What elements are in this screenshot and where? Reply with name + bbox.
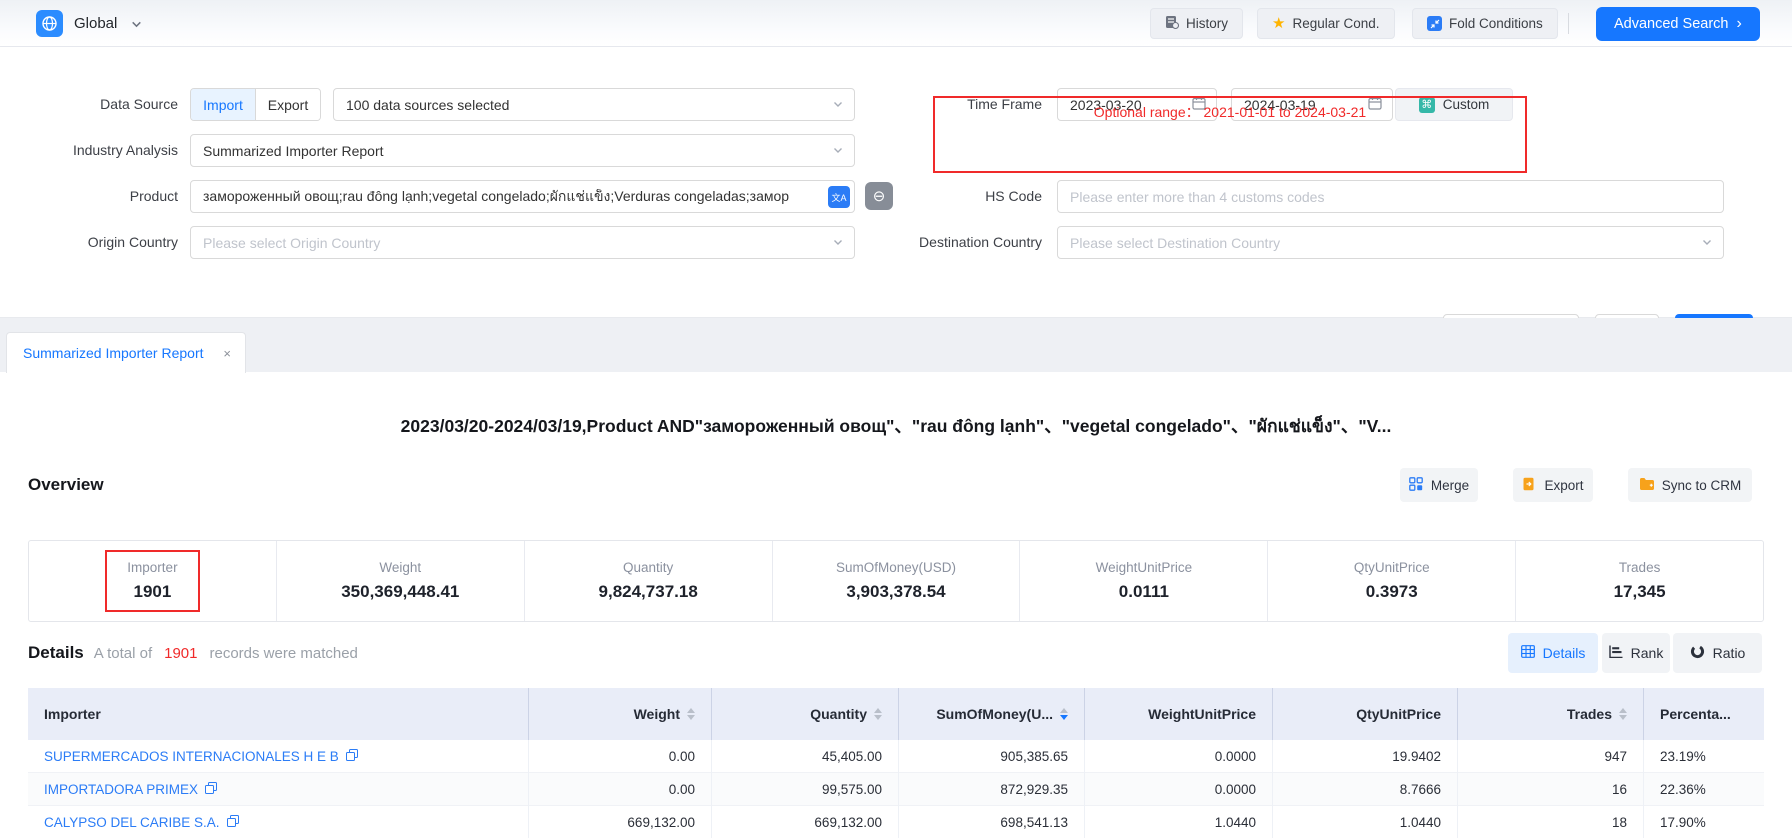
rank-chart-icon (1609, 645, 1623, 661)
product-input[interactable] (191, 189, 854, 205)
chevron-down-icon (832, 235, 844, 251)
history-label: History (1186, 16, 1228, 31)
data-source-segment: Import Export (190, 88, 321, 121)
origin-country-select[interactable]: Please select Origin Country (190, 226, 855, 259)
merge-icon (1409, 477, 1423, 494)
importer-link[interactable]: IMPORTADORA PRIMEX (28, 773, 528, 806)
close-icon[interactable]: × (223, 346, 231, 361)
stat-importer: Importer 1901 (29, 541, 276, 621)
fold-conditions-button[interactable]: Fold Conditions (1412, 8, 1558, 39)
view-rank-button[interactable]: Rank (1602, 633, 1670, 673)
chevron-down-icon (832, 143, 844, 159)
col-percentage: Percenta... (1643, 688, 1764, 740)
search-form-panel: Data Source Import Export 100 data sourc… (0, 47, 1792, 318)
import-tab[interactable]: Import (191, 89, 255, 120)
hs-code-input-wrap (1057, 180, 1724, 213)
col-weight[interactable]: Weight (528, 688, 711, 740)
record-count: 1901 (162, 645, 199, 662)
hs-code-label: HS Code (880, 180, 1042, 213)
chevron-down-icon[interactable] (130, 18, 143, 36)
tab-summarized-importer-report[interactable]: Summarized Importer Report × (6, 332, 246, 373)
stat-weight: Weight350,369,448.41 (276, 541, 524, 621)
query-summary-title: 2023/03/20-2024/03/19,Product AND"заморо… (0, 412, 1792, 440)
table-header-row: Importer Weight Quantity SumOfMoney(U...… (28, 688, 1764, 740)
top-bar: Global History ★ Regular Cond. Fold Cond… (0, 0, 1792, 47)
export-tab[interactable]: Export (255, 89, 320, 120)
copy-icon[interactable] (346, 749, 358, 764)
fold-conditions-label: Fold Conditions (1449, 16, 1543, 31)
col-qty-unit-price: QtyUnitPrice (1272, 688, 1457, 740)
view-ratio-button[interactable]: Ratio (1673, 633, 1762, 673)
stat-qty-unit-price: QtyUnitPrice0.3973 (1267, 541, 1515, 621)
product-label: Product (0, 180, 178, 213)
donut-chart-icon (1690, 644, 1705, 662)
table-row: IMPORTADORA PRIMEX 0.00 99,575.00 872,92… (28, 773, 1764, 806)
stat-importer-highlight-box: Importer 1901 (105, 550, 199, 612)
product-input-wrap: 文A (190, 180, 855, 213)
translate-icon[interactable]: 文A (828, 186, 850, 208)
table-grid-icon (1521, 645, 1535, 661)
table-row: CALYPSO DEL CARIBE S.A. 669,132.00 669,1… (28, 806, 1764, 838)
col-weight-unit-price: WeightUnitPrice (1084, 688, 1272, 740)
sort-icon[interactable] (874, 708, 882, 720)
importer-link[interactable]: SUPERMERCADOS INTERNACIONALES H E B (28, 740, 528, 773)
optional-range-hint: Optional range： 2021-01-01 to 2024-03-21 (933, 102, 1527, 122)
origin-country-label: Origin Country (0, 226, 178, 259)
stat-sum-of-money: SumOfMoney(USD)3,903,378.54 (772, 541, 1020, 621)
details-heading-row: Details A total of 1901 records were mat… (28, 632, 358, 674)
stat-trades: Trades17,345 (1515, 541, 1763, 621)
history-icon (1165, 15, 1179, 32)
table-row: SUPERMERCADOS INTERNACIONALES H E B 0.00… (28, 740, 1764, 773)
globe-icon[interactable] (36, 10, 63, 37)
copy-icon[interactable] (227, 815, 239, 830)
export-button[interactable]: Export (1513, 468, 1593, 502)
details-heading: Details (28, 643, 84, 663)
fold-icon (1427, 16, 1442, 31)
sort-icon[interactable] (1619, 708, 1627, 720)
advanced-search-button[interactable]: Advanced Search › (1596, 7, 1760, 41)
merge-button[interactable]: Merge (1400, 468, 1478, 502)
sort-icon[interactable] (687, 708, 695, 720)
sync-to-crm-button[interactable]: Sync to CRM (1628, 468, 1752, 502)
history-button[interactable]: History (1150, 8, 1243, 39)
hs-code-input[interactable] (1058, 189, 1723, 205)
col-trades[interactable]: Trades (1457, 688, 1643, 740)
details-table: Importer Weight Quantity SumOfMoney(U...… (28, 688, 1764, 838)
chevron-down-icon (1701, 235, 1713, 251)
industry-analysis-select[interactable]: Summarized Importer Report (190, 134, 855, 167)
regular-cond-button[interactable]: ★ Regular Cond. (1257, 8, 1395, 39)
col-quantity[interactable]: Quantity (711, 688, 898, 740)
col-sum-of-money[interactable]: SumOfMoney(U... (898, 688, 1084, 740)
overview-heading: Overview (28, 466, 104, 504)
folder-sync-icon (1639, 477, 1654, 493)
overview-stats-panel: Importer 1901 Weight350,369,448.41 Quant… (28, 540, 1764, 622)
stat-quantity: Quantity9,824,737.18 (524, 541, 772, 621)
copy-icon[interactable] (205, 782, 217, 797)
tab-strip: Summarized Importer Report × (0, 318, 1792, 372)
chevron-right-icon: › (1736, 16, 1741, 32)
col-importer: Importer (28, 688, 528, 740)
destination-country-select[interactable]: Please select Destination Country (1057, 226, 1724, 259)
region-selector[interactable]: Global (74, 0, 117, 47)
sort-desc-icon[interactable] (1060, 708, 1068, 720)
star-icon: ★ (1272, 16, 1285, 31)
data-sources-select[interactable]: 100 data sources selected (333, 88, 855, 121)
importer-link[interactable]: CALYPSO DEL CARIBE S.A. (28, 806, 528, 838)
stat-weight-unit-price: WeightUnitPrice0.0111 (1019, 541, 1267, 621)
industry-analysis-label: Industry Analysis (0, 134, 178, 167)
divider (1568, 13, 1569, 34)
view-details-button[interactable]: Details (1508, 633, 1598, 673)
destination-country-label: Destination Country (880, 226, 1042, 259)
data-source-label: Data Source (0, 88, 178, 121)
chevron-down-icon (832, 97, 844, 113)
advanced-search-label: Advanced Search (1614, 16, 1728, 32)
export-icon (1522, 477, 1536, 494)
regular-cond-label: Regular Cond. (1292, 16, 1379, 31)
